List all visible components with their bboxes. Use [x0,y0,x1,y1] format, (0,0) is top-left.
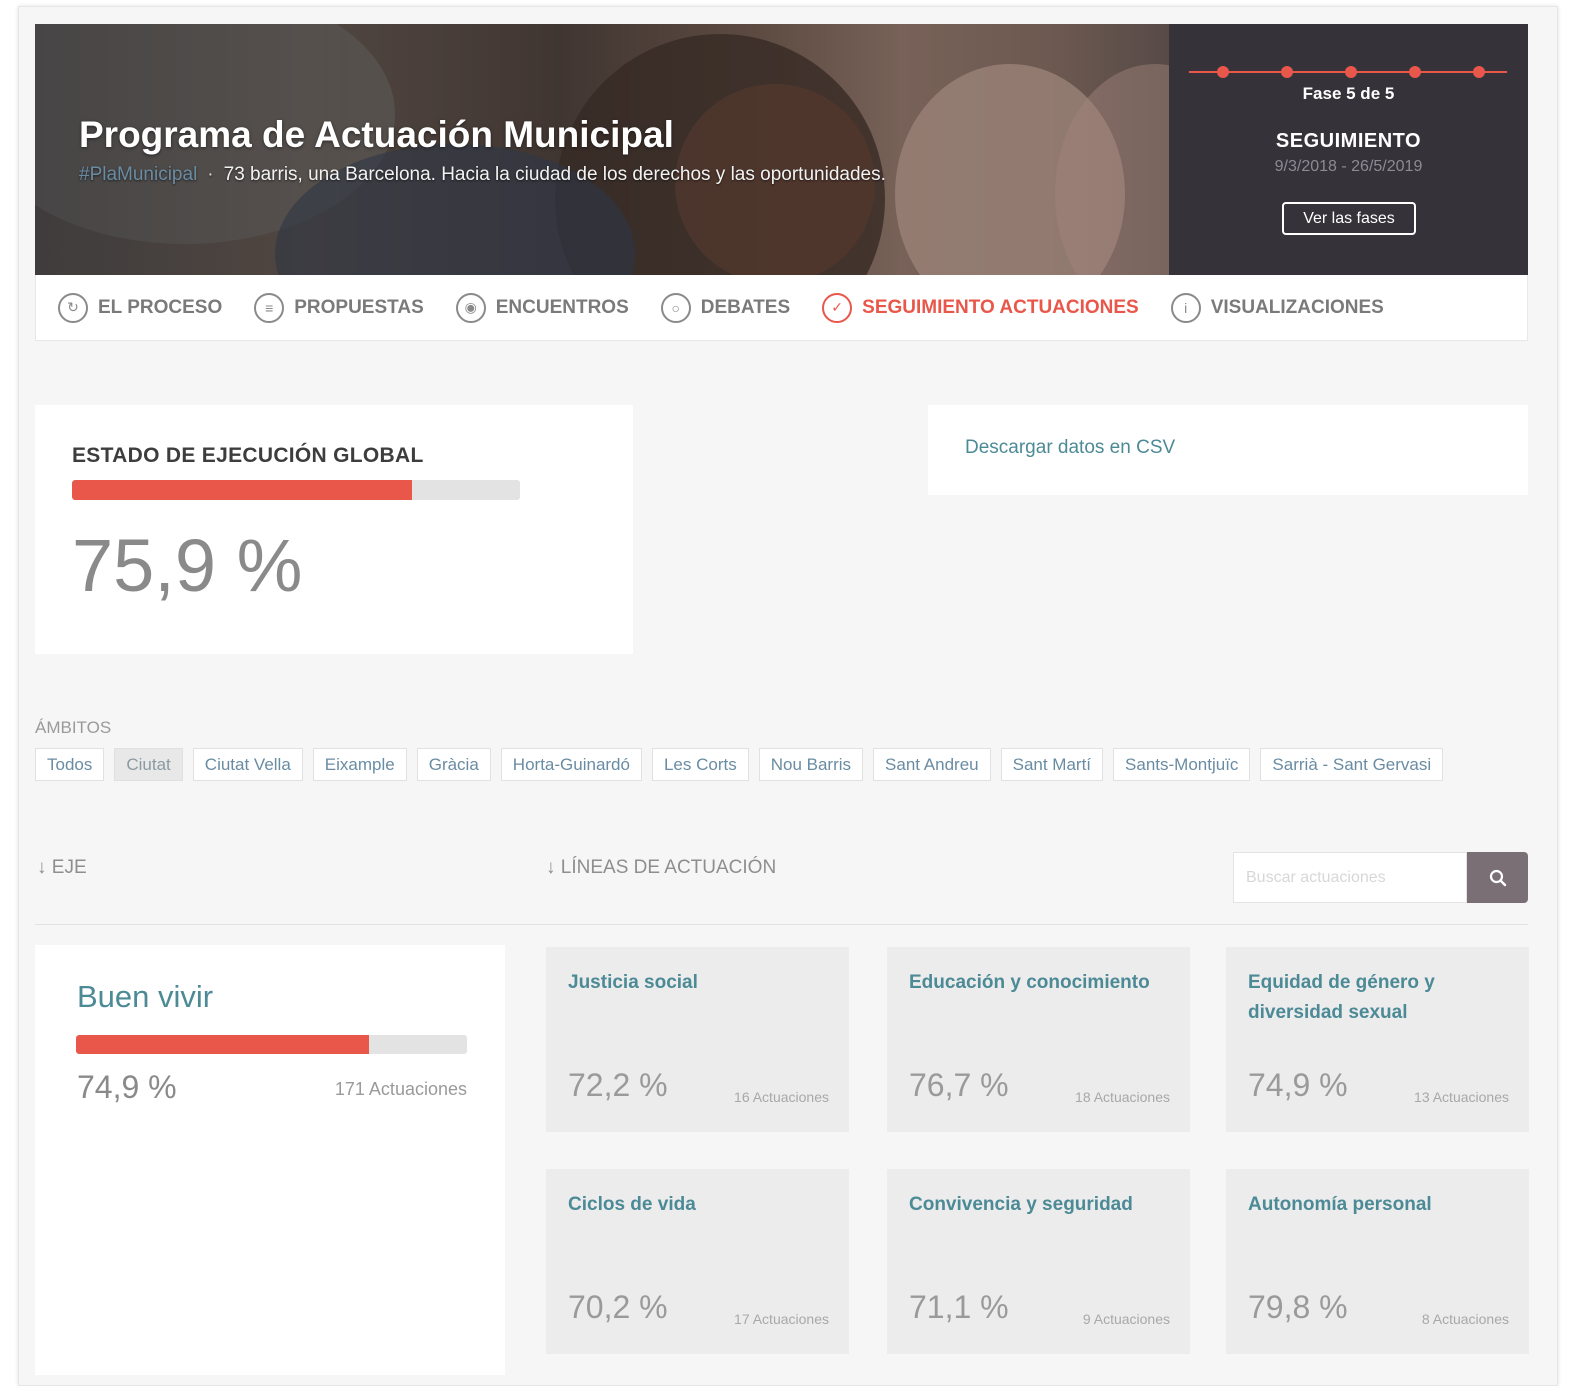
phase-step-dot [1217,66,1229,78]
view-phases-button[interactable]: Ver las fases [1282,202,1416,235]
search-input[interactable] [1233,852,1467,903]
csv-card: Descargar datos en CSV [928,405,1528,495]
ambito-filter[interactable]: Horta-Guinardó [500,748,642,781]
phase-step-dot [1409,66,1421,78]
tab-label: VISUALIZACIONES [1210,296,1384,318]
checkmark-icon: ✓ [822,292,853,323]
global-status-card: ESTADO DE EJECUCIÓN GLOBAL 75,9 % [35,405,633,654]
action-line-card[interactable]: Equidad de género y diversidad sexual 74,… [1226,947,1529,1132]
sort-arrow-icon: ↓ [37,857,47,878]
sort-arrow-icon: ↓ [546,857,556,878]
ambito-filter[interactable]: Sant Andreu [873,748,991,781]
ambito-filter[interactable]: Eixample [312,748,407,781]
phase-name: SEGUIMIENTO [1275,130,1422,152]
line-title: Autonomía personal [1248,1194,1432,1215]
phase-number: Fase 5 de 5 [1302,84,1395,103]
info-icon: i [1170,292,1201,323]
search-box [1233,852,1528,903]
axis-progress-fill [76,1035,369,1054]
phase-step-dot [1345,66,1357,78]
axis-card: Buen vivir 74,9 % 171 Actuaciones [35,945,505,1375]
proposals-icon: ≡ [254,292,285,323]
tab-visualizaciones[interactable]: i VISUALIZACIONES [1170,292,1384,323]
tab-propuestas[interactable]: ≡ PROPUESTAS [254,292,424,323]
global-progress-fill [72,480,413,500]
line-count: 8 Actuaciones [1421,1311,1509,1327]
action-line-card[interactable]: Autonomía personal 79,8 % 8 Actuaciones [1226,1169,1529,1354]
process-icon: ↻ [58,292,88,323]
ambitos-filters: Todos Ciutat Ciutat Vella Eixample Gràcia Hor… [35,748,1453,781]
global-progress-bar [72,480,520,500]
ambito-filter[interactable]: Sant Martí [1000,748,1104,781]
separator: · [207,164,214,185]
ambito-filter[interactable]: Les Corts [651,748,749,781]
line-count: 17 Actuaciones [734,1311,829,1327]
line-title: Educación y conocimiento [909,972,1150,993]
line-percentage: 79,8 % [1248,1289,1348,1325]
sort-by-lines[interactable]: ↓ LÍNEAS DE ACTUACIÓN [546,857,776,879]
line-count: 16 Actuaciones [734,1089,829,1105]
ambito-filter[interactable]: Gràcia [416,748,491,781]
line-percentage: 76,7 % [909,1067,1009,1103]
tab-debates[interactable]: ○ DEBATES [660,292,791,323]
axis-name[interactable]: Buen vivir [77,979,213,1015]
action-line-card[interactable]: Justicia social 72,2 % 16 Actuaciones [546,947,849,1132]
axis-progress-bar [76,1035,467,1054]
axis-percentage: 74,9 % [77,1069,177,1105]
tab-label: SEGUIMIENTO ACTUACIONES [862,296,1139,318]
line-title: Equidad de género y diversidad sexual [1248,972,1435,1023]
line-percentage: 74,9 % [1248,1067,1348,1103]
ambito-filter[interactable]: Sarrià - Sant Gervasi [1260,748,1444,781]
phase-dates: 9/3/2018 - 26/5/2019 [1274,158,1423,175]
line-count: 18 Actuaciones [1075,1089,1170,1105]
process-subtitle: #PlaMunicipal · 73 barris, una Barcelona. … [79,164,886,186]
line-percentage: 72,2 % [568,1067,668,1103]
ambito-filter[interactable]: Ciutat Vella [192,748,303,781]
line-title: Ciclos de vida [568,1194,696,1215]
tab-label: DEBATES [700,296,791,318]
process-tabs: ↻ EL PROCESO ≡ PROPUESTAS ◉ ENCUENTROS ○ DEBATE… [35,275,1528,341]
process-title: Programa de Actuación Municipal [79,114,674,155]
ambito-filter[interactable]: Ciutat [114,748,183,781]
line-count: 13 Actuaciones [1414,1089,1509,1105]
phase-step-dot [1473,66,1485,78]
debate-bubble-icon: ○ [660,292,691,323]
line-title: Convivencia y seguridad [909,1194,1133,1215]
line-title: Justicia social [568,972,698,993]
ambito-filter[interactable]: Sants-Montjuïc [1113,748,1251,781]
sort-by-axis[interactable]: ↓ EJE [37,857,87,879]
tab-el-proceso[interactable]: ↻ EL PROCESO [58,292,223,323]
phase-panel: Fase 5 de 5 SEGUIMIENTO 9/3/2018 - 26/5/… [1169,24,1528,275]
global-status-title: ESTADO DE EJECUCIÓN GLOBAL [72,444,424,467]
search-button[interactable] [1467,852,1528,903]
line-percentage: 71,1 % [909,1289,1009,1325]
action-line-card[interactable]: Convivencia y seguridad 71,1 % 9 Actuacion… [887,1169,1190,1354]
tab-encuentros[interactable]: ◉ ENCUENTROS [455,292,629,323]
sort-lines-label: LÍNEAS DE ACTUACIÓN [560,857,777,878]
tab-label: ENCUENTROS [495,296,629,318]
search-icon [1489,869,1506,886]
tab-label: PROPUESTAS [294,296,424,318]
line-percentage: 70,2 % [568,1289,668,1325]
tab-seguimiento-actuaciones[interactable]: ✓ SEGUIMIENTO ACTUACIONES [822,292,1139,323]
axis-count: 171 Actuaciones [334,1079,467,1099]
location-pin-icon: ◉ [455,292,486,323]
ambito-filter[interactable]: Nou Barris [758,748,864,781]
divider [35,924,1528,925]
tab-label: EL PROCESO [98,296,223,318]
global-percentage: 75,9 % [72,524,303,607]
sort-axis-label: EJE [51,857,87,878]
action-line-card[interactable]: Ciclos de vida 70,2 % 17 Actuaciones [546,1169,849,1354]
hashtag-link[interactable]: #PlaMunicipal [79,164,197,185]
download-csv-link[interactable]: Descargar datos en CSV [965,437,1175,459]
line-count: 9 Actuaciones [1082,1311,1170,1327]
subtitle-text: 73 barris, una Barcelona. Hacia la ciuda… [223,164,886,185]
ambitos-label: ÁMBITOS [35,718,112,737]
action-line-card[interactable]: Educación y conocimiento 76,7 % 18 Actuaci… [887,947,1190,1132]
ambito-filter[interactable]: Todos [35,748,105,781]
phase-step-dot [1281,66,1293,78]
